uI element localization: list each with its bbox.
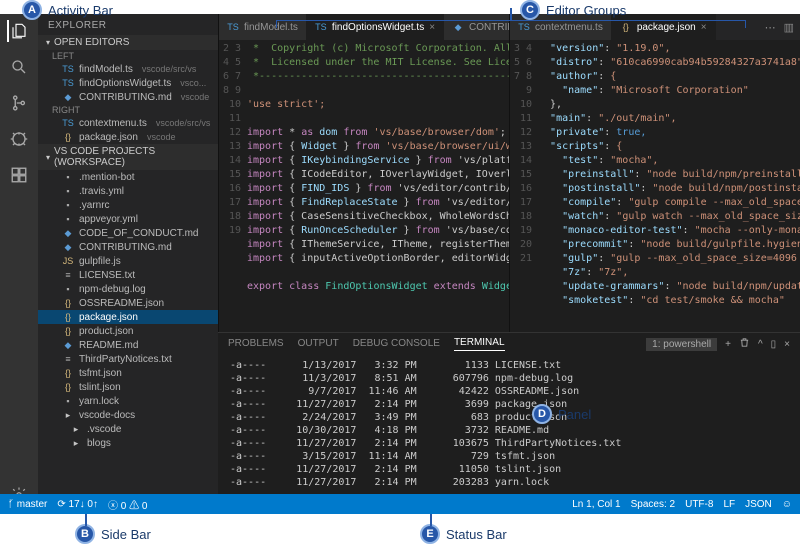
file-item[interactable]: ◆CONTRIBUTING.md [38,240,218,254]
code-editor-left[interactable]: 2 3 4 5 6 7 8 9 10 11 12 13 14 15 16 17 … [219,40,509,332]
editor-groups: TSfindModel.tsTSfindOptionsWidget.ts×◆CO… [218,14,800,332]
terminal-split-icon[interactable]: ▯ [771,339,777,350]
file-item[interactable]: ▪.yarnrc [38,198,218,212]
status-problems[interactable]: ⓧ 0 ⚠ 0 [108,497,147,512]
folder-child[interactable]: ▸.vscode [38,422,218,436]
file-item[interactable]: {}tsfmt.json [38,366,218,380]
open-editor-item[interactable]: TSfindOptionsWidget.tsvsco... [38,76,218,90]
file-icon: {} [62,131,74,143]
panel: PROBLEMS OUTPUT DEBUG CONSOLE TERMINAL 1: p… [218,332,800,514]
terminal-close-icon[interactable]: × [784,339,790,350]
file-icon: {} [62,297,74,309]
folder-child[interactable]: ▸blogs [38,436,218,450]
terminal-maximize-icon[interactable]: ^ [758,339,763,350]
status-branch[interactable]: ᚶ master [8,499,47,510]
file-icon: {} [62,367,74,379]
file-item[interactable]: {}tslint.json [38,380,218,394]
editor-area: TSfindModel.tsTSfindOptionsWidget.ts×◆CO… [218,14,800,514]
file-item[interactable]: {}OSSREADME.json [38,296,218,310]
status-bar: ᚶ master ⟳ 17↓ 0↑ ⓧ 0 ⚠ 0 Ln 1, Col 1 Sp… [0,494,800,514]
file-icon: ▪ [62,185,74,197]
panel-tabs: PROBLEMS OUTPUT DEBUG CONSOLE TERMINAL 1: p… [218,333,800,355]
file-item[interactable]: ≡ThirdPartyNotices.txt [38,352,218,366]
file-item[interactable]: {}package.json [38,310,218,324]
file-item[interactable]: ▪npm-debug.log [38,282,218,296]
folder-item[interactable]: ▸vscode-docs [38,408,218,422]
workspace-header[interactable]: VS CODE PROJECTS (WORKSPACE) [38,144,218,170]
extensions-icon[interactable] [8,164,30,186]
file-item[interactable]: ▪.travis.yml [38,184,218,198]
file-icon: JS [62,255,74,267]
file-icon: TS [62,77,74,89]
panel-tab[interactable]: PROBLEMS [228,338,284,351]
file-icon: ◆ [62,339,74,351]
terminal-new-icon[interactable]: + [725,339,731,350]
split-icon[interactable]: ▥ [784,21,794,34]
file-item[interactable]: ◆CODE_OF_CONDUCT.md [38,226,218,240]
status-eol[interactable]: LF [723,499,735,510]
callout-e: EStatus Bar [420,524,507,544]
file-icon: ▪ [62,395,74,407]
open-editor-item[interactable]: TScontextmenu.tsvscode/src/vs [38,116,218,130]
file-item[interactable]: ◆README.md [38,338,218,352]
activity-bar [0,14,38,514]
file-icon: {} [62,325,74,337]
callout-c: CEditor Groups [520,0,626,20]
tab-actions: ⋯▥ [759,14,800,40]
terminal-dropdown[interactable]: 1: powershell [646,338,717,351]
status-lang[interactable]: JSON [745,499,772,510]
file-item[interactable]: ▪yarn.lock [38,394,218,408]
file-icon: {} [62,311,74,323]
vscode-window: EXPLORER OPEN EDITORS LEFT TSfindModel.t… [0,14,800,514]
editor-group-right: TScontextmenu.ts{}package.json×⋯▥ 3 4 5 … [509,14,800,332]
file-item[interactable]: ▪appveyor.yml [38,212,218,226]
callout-a: AActivity Bar [22,0,113,20]
panel-tab[interactable]: OUTPUT [298,338,339,351]
file-icon: ◆ [62,91,74,103]
terminal-trash-icon[interactable] [739,337,750,351]
file-item[interactable]: {}product.json [38,324,218,338]
file-icon: TS [227,21,239,33]
code-editor-right[interactable]: 3 4 5 6 7 8 9 10 11 12 13 14 15 16 17 18… [510,40,800,332]
debug-icon[interactable] [8,128,30,150]
file-icon: ▪ [62,199,74,211]
search-icon[interactable] [8,56,30,78]
file-icon: ◆ [62,227,74,239]
open-editor-item[interactable]: ◆CONTRIBUTING.mdvscode [38,90,218,104]
file-icon: ≡ [62,269,74,281]
file-item[interactable]: ≡LICENSE.txt [38,268,218,282]
open-editor-item[interactable]: TSfindModel.tsvscode/src/vs [38,62,218,76]
file-icon: TS [62,117,74,129]
sidebar: EXPLORER OPEN EDITORS LEFT TSfindModel.t… [38,14,218,514]
file-icon: ▪ [62,171,74,183]
panel-tab[interactable]: DEBUG CONSOLE [353,338,440,351]
status-spaces[interactable]: Spaces: 2 [631,499,675,510]
file-item[interactable]: ▪.mention-bot [38,170,218,184]
file-icon: ≡ [62,353,74,365]
status-feedback-icon[interactable]: ☺ [782,499,792,510]
status-sync[interactable]: ⟳ 17↓ 0↑ [57,499,98,510]
open-editors-left-label: LEFT [38,50,218,62]
callout-b: BSide Bar [75,524,151,544]
panel-tab[interactable]: TERMINAL [454,337,505,351]
bracket-c [276,20,746,28]
open-editors-header[interactable]: OPEN EDITORS [38,35,218,50]
open-editors-right-label: RIGHT [38,104,218,116]
explorer-icon[interactable] [7,20,29,42]
git-icon[interactable] [8,92,30,114]
file-icon: ▪ [62,213,74,225]
status-lncol[interactable]: Ln 1, Col 1 [572,499,620,510]
file-icon: ◆ [62,241,74,253]
callout-d: DPanel [532,404,591,424]
status-encoding[interactable]: UTF-8 [685,499,713,510]
file-icon: ▪ [62,283,74,295]
file-item[interactable]: JSgulpfile.js [38,254,218,268]
file-icon: {} [62,381,74,393]
terminal-output[interactable]: -a---- 1/13/2017 3:32 PM 1133 LICENSE.tx… [218,355,800,514]
more-icon[interactable]: ⋯ [765,21,776,34]
editor-group-left: TSfindModel.tsTSfindOptionsWidget.ts×◆CO… [218,14,509,332]
file-icon: TS [62,63,74,75]
open-editor-item[interactable]: {}package.jsonvscode [38,130,218,144]
